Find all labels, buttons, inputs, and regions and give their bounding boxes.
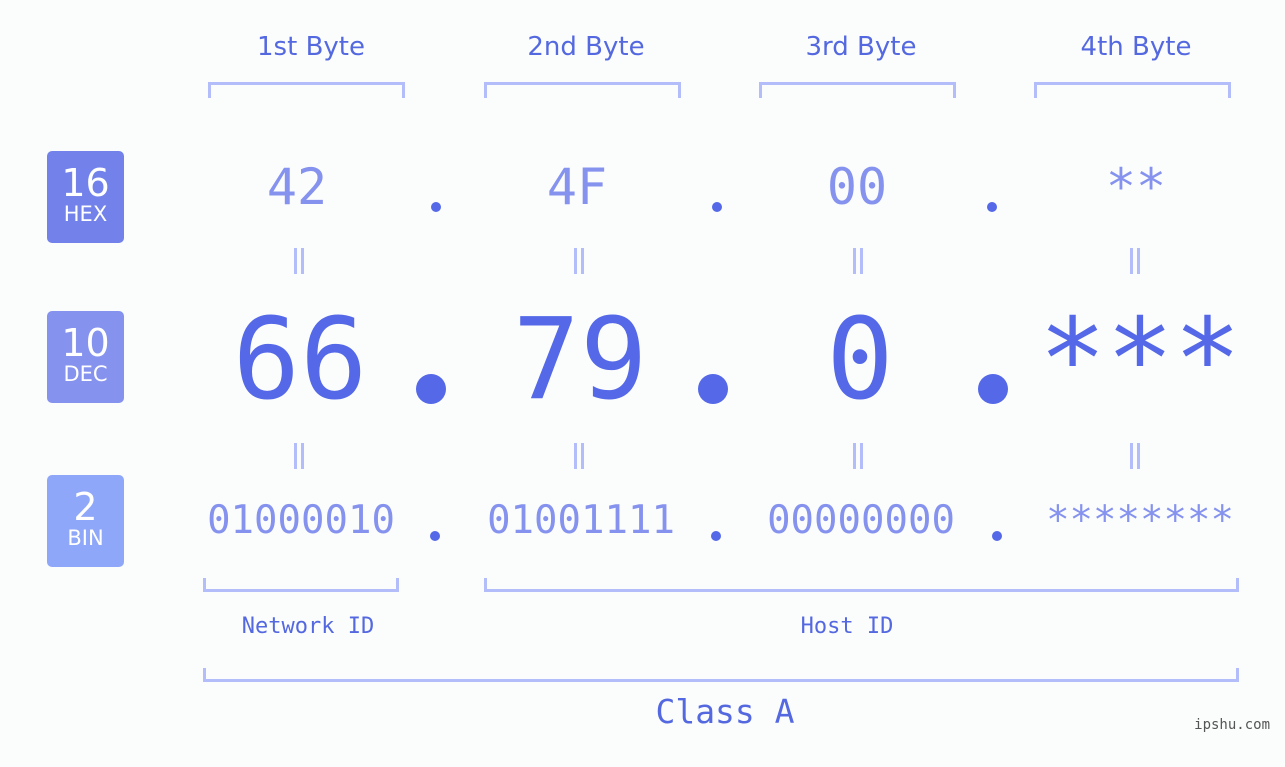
bin-byte-2: 01001111 — [487, 498, 675, 543]
hex-dot-3 — [987, 202, 997, 212]
byte-2-bracket — [484, 82, 681, 98]
hex-byte-1: 42 — [266, 158, 328, 216]
dec-badge: 10 DEC — [47, 311, 124, 403]
byte-4-bracket — [1034, 82, 1231, 98]
equals-icon — [574, 443, 584, 469]
equals-icon — [1130, 248, 1140, 274]
dec-dot-3 — [978, 374, 1008, 404]
hex-dot-1 — [431, 202, 441, 212]
equals-icon — [294, 248, 304, 274]
equals-icon — [853, 443, 863, 469]
bin-dot-1 — [430, 531, 440, 541]
dec-badge-label: DEC — [63, 362, 108, 386]
host-id-bracket — [484, 578, 1239, 592]
bin-dot-2 — [711, 531, 721, 541]
byte-1-bracket — [208, 82, 405, 98]
host-id-label: Host ID — [800, 614, 894, 639]
dec-byte-3: 0 — [826, 295, 894, 425]
class-label: Class A — [655, 692, 795, 731]
equals-icon — [1130, 443, 1140, 469]
byte-3-bracket — [759, 82, 956, 98]
hex-badge: 16 HEX — [47, 151, 124, 243]
hex-badge-number: 16 — [61, 161, 110, 205]
hex-byte-3: 00 — [826, 158, 888, 216]
hex-badge-label: HEX — [63, 202, 108, 226]
equals-icon — [574, 248, 584, 274]
bin-badge-number: 2 — [73, 485, 98, 529]
equals-icon — [853, 248, 863, 274]
bin-dot-3 — [992, 531, 1002, 541]
bin-byte-3: 00000000 — [767, 498, 955, 543]
byte-header-4: 4th Byte — [1080, 32, 1192, 62]
watermark: ipshu.com — [1194, 717, 1270, 733]
bin-badge: 2 BIN — [47, 475, 124, 567]
byte-header-2: 2nd Byte — [527, 32, 645, 62]
class-bracket — [203, 668, 1239, 682]
bin-byte-4: ******** — [1046, 498, 1234, 543]
dec-dot-1 — [416, 374, 446, 404]
dec-badge-number: 10 — [61, 321, 110, 365]
network-id-label: Network ID — [241, 614, 375, 639]
dec-byte-4: *** — [1038, 295, 1242, 425]
hex-dot-2 — [712, 202, 722, 212]
dec-byte-2: 79 — [512, 295, 648, 425]
dec-dot-2 — [698, 374, 728, 404]
dec-byte-1: 66 — [232, 295, 368, 425]
byte-header-3: 3rd Byte — [805, 32, 917, 62]
byte-header-1: 1st Byte — [257, 32, 365, 62]
bin-badge-label: BIN — [67, 526, 104, 550]
network-id-bracket — [203, 578, 399, 592]
hex-byte-4: ** — [1105, 158, 1167, 216]
hex-byte-2: 4F — [546, 158, 608, 216]
equals-icon — [294, 443, 304, 469]
bin-byte-1: 01000010 — [207, 498, 395, 543]
